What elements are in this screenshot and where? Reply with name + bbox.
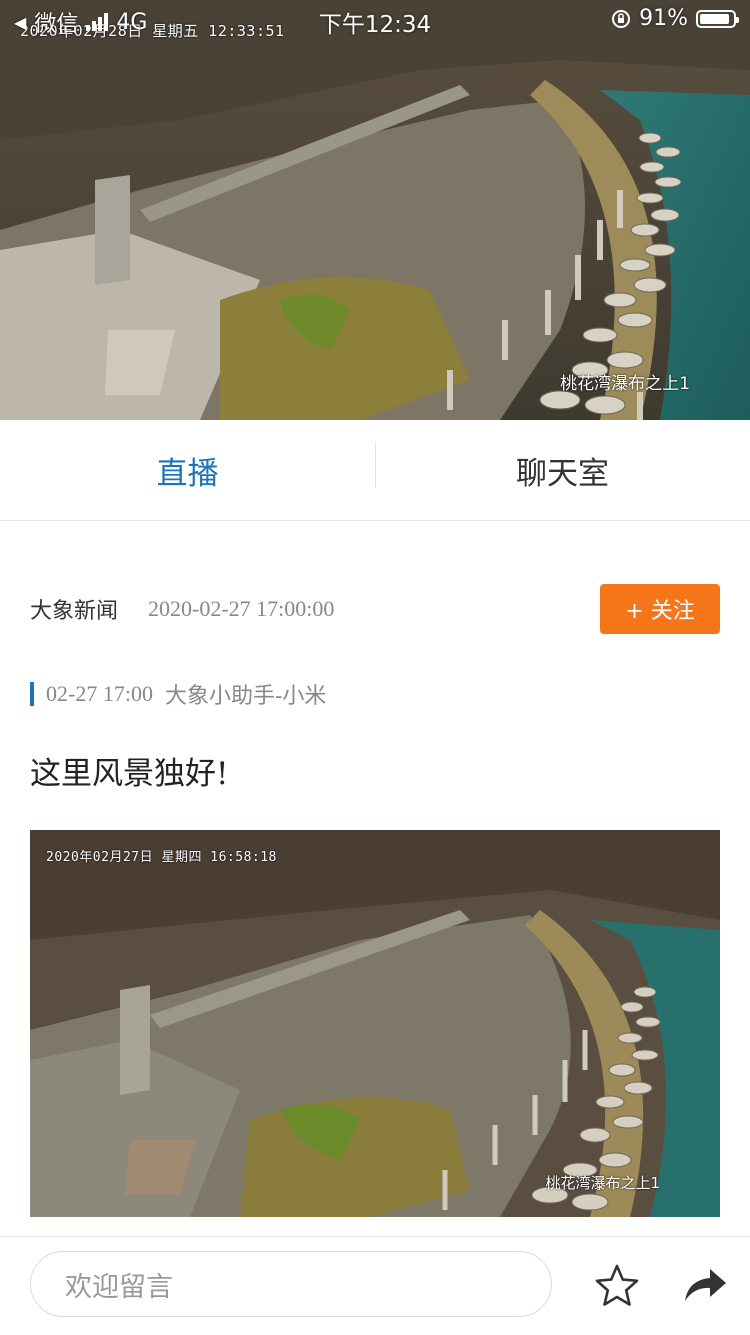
message-photo[interactable]: 2020年02月27日 星期四 16:58:18 桃花湾瀑布之上1 <box>30 830 720 1217</box>
author-name[interactable]: 大象新闻 <box>30 593 118 625</box>
message-time: 02-27 17:00 <box>46 681 153 706</box>
message-sender: 大象小助手-小米 <box>164 684 327 709</box>
live-video-frame <box>0 0 750 420</box>
rotation-lock-icon <box>612 9 631 28</box>
battery-percent: 91% <box>639 6 688 31</box>
bottom-action-bar: 欢迎留言 <box>0 1236 750 1335</box>
photo-osd-timestamp: 2020年02月27日 星期四 16:58:18 <box>46 850 277 865</box>
message-meta: 02-27 17:00 大象小助手-小米 <box>30 680 327 709</box>
follow-button[interactable]: + 关注 <box>600 584 720 634</box>
message-text: 这里风景独好! <box>30 756 229 792</box>
live-video-player[interactable]: 2020年02月28日 星期五 12:33:51 桃花湾瀑布之上1 ◀ 微信 4… <box>0 0 750 420</box>
photo-location-label: 桃花湾瀑布之上1 <box>545 1174 660 1192</box>
status-bar: ◀ 微信 4G 下午12:34 91% <box>0 0 750 40</box>
tab-divider <box>375 442 376 488</box>
message-photo-image <box>30 830 720 1217</box>
post-timestamp: 2020-02-27 17:00:00 <box>148 596 335 621</box>
video-location-label: 桃花湾瀑布之上1 <box>560 374 690 394</box>
comment-input[interactable]: 欢迎留言 <box>30 1251 552 1317</box>
tab-chatroom[interactable]: 聊天室 <box>375 420 750 520</box>
share-icon[interactable] <box>682 1265 728 1305</box>
tab-bar: 直播 聊天室 <box>0 420 750 521</box>
star-icon[interactable] <box>594 1263 640 1309</box>
tab-live[interactable]: 直播 <box>0 420 375 520</box>
battery-icon <box>696 9 739 28</box>
message-accent-bar <box>30 682 34 706</box>
post-header: 大象新闻 2020-02-27 17:00:00 + 关注 <box>30 584 720 634</box>
